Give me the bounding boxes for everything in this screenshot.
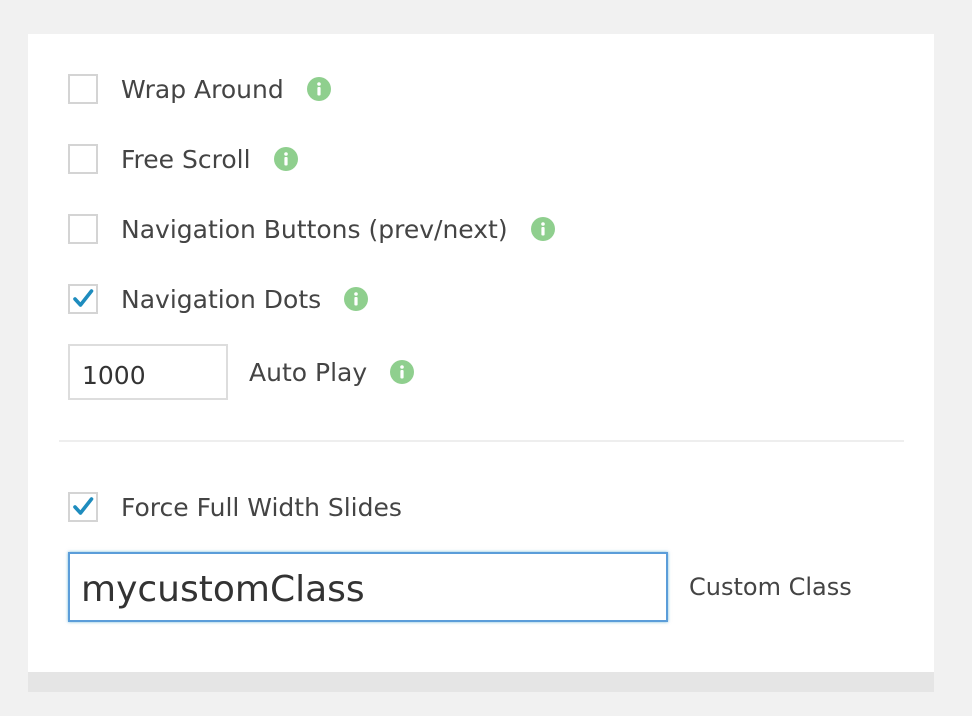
option-auto-play: Auto Play bbox=[68, 344, 415, 400]
free-scroll-checkbox[interactable] bbox=[68, 144, 98, 174]
option-navigation-dots: Navigation Dots bbox=[68, 284, 369, 314]
auto-play-input[interactable] bbox=[68, 344, 228, 400]
footer-strip bbox=[28, 672, 934, 692]
info-icon[interactable] bbox=[306, 77, 331, 101]
info-icon[interactable] bbox=[344, 287, 369, 311]
option-navigation-buttons: Navigation Buttons (prev/next) bbox=[68, 214, 555, 244]
option-free-scroll: Free Scroll bbox=[68, 144, 298, 174]
info-icon[interactable] bbox=[273, 147, 298, 171]
option-wrap-around: Wrap Around bbox=[68, 74, 331, 104]
checkmark-icon bbox=[73, 497, 94, 515]
navigation-dots-checkbox[interactable] bbox=[68, 284, 98, 314]
option-custom-class: Custom Class bbox=[68, 552, 852, 622]
custom-class-label: Custom Class bbox=[689, 573, 852, 601]
navigation-buttons-label: Navigation Buttons (prev/next) bbox=[121, 214, 508, 244]
force-full-width-label: Force Full Width Slides bbox=[121, 492, 402, 522]
wrap-around-label: Wrap Around bbox=[121, 74, 284, 104]
option-force-full-width: Force Full Width Slides bbox=[68, 492, 402, 522]
custom-class-input[interactable] bbox=[68, 552, 668, 622]
navigation-dots-label: Navigation Dots bbox=[121, 284, 322, 314]
free-scroll-label: Free Scroll bbox=[121, 144, 251, 174]
section-divider bbox=[59, 440, 904, 442]
info-icon[interactable] bbox=[530, 217, 555, 241]
wrap-around-checkbox[interactable] bbox=[68, 74, 98, 104]
info-icon[interactable] bbox=[390, 360, 415, 384]
navigation-buttons-checkbox[interactable] bbox=[68, 214, 98, 244]
force-full-width-checkbox[interactable] bbox=[68, 492, 98, 522]
checkmark-icon bbox=[73, 289, 94, 307]
settings-panel: Wrap Around Free Scroll Navigation Butto… bbox=[28, 34, 934, 672]
auto-play-label: Auto Play bbox=[249, 357, 368, 387]
